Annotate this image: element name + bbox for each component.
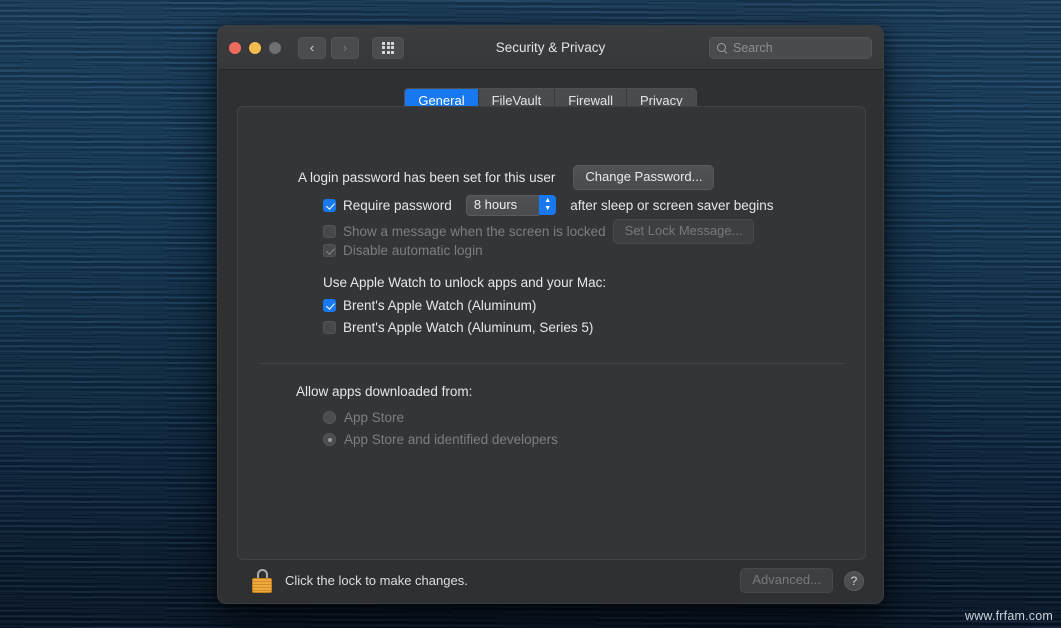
lock-body: [252, 577, 272, 593]
help-button[interactable]: ?: [844, 570, 864, 591]
app-store-radio: [323, 411, 336, 424]
lock-hint-text: Click the lock to make changes.: [285, 573, 468, 588]
chevron-up-icon: ▲: [544, 197, 552, 204]
require-password-row: Require password 8 hours ▲ ▼ after sleep…: [323, 194, 774, 216]
disable-automatic-login-label: Disable automatic login: [343, 243, 483, 258]
change-password-button[interactable]: Change Password...: [573, 165, 715, 190]
chevron-down-icon: ▼: [544, 205, 552, 212]
navigation-buttons: ‹ ›: [298, 36, 359, 59]
search-input[interactable]: [733, 41, 864, 55]
lock-closed-icon[interactable]: [252, 568, 272, 593]
forward-button: ›: [331, 36, 359, 59]
back-button[interactable]: ‹: [298, 36, 326, 59]
require-password-label: Require password: [343, 197, 452, 213]
window-footer: Click the lock to make changes. Advanced…: [218, 558, 883, 603]
apple-watch-item: Brent's Apple Watch (Aluminum, Series 5): [323, 320, 593, 335]
app-store-label: App Store: [344, 410, 405, 425]
apple-watch-item: Brent's Apple Watch (Aluminum): [323, 298, 536, 313]
search-icon: [717, 42, 728, 54]
section-divider: [260, 363, 845, 364]
allow-apps-option: App Store and identified developers: [323, 432, 558, 447]
window-titlebar: ‹ › Security & Privacy: [218, 26, 883, 70]
login-password-row: A login password has been set for this u…: [298, 165, 715, 190]
footer-actions: Advanced... ?: [740, 568, 864, 593]
general-settings-panel: A login password has been set for this u…: [237, 106, 866, 560]
traffic-light-group: [229, 41, 281, 54]
show-lock-message-checkbox: [323, 225, 336, 238]
watermark: www.frfam.com: [964, 609, 1053, 623]
apple-watch-label-1: Brent's Apple Watch (Aluminum): [343, 298, 537, 313]
stepper-arrows-icon[interactable]: ▲ ▼: [539, 195, 557, 215]
apple-watch-checkbox-2[interactable]: [323, 321, 336, 334]
apple-watch-checkbox-1[interactable]: [323, 299, 336, 312]
grid-icon: [382, 41, 394, 54]
require-password-checkbox[interactable]: [323, 198, 336, 212]
disable-automatic-login-checkbox: [323, 244, 336, 257]
search-field[interactable]: [709, 37, 872, 59]
show-lock-message-label: Show a message when the screen is locked: [343, 224, 606, 239]
apple-watch-label-2: Brent's Apple Watch (Aluminum, Series 5): [343, 320, 594, 335]
duration-value: 8 hours: [465, 194, 540, 216]
allow-apps-heading: Allow apps downloaded from:: [296, 384, 473, 399]
show-all-preferences-button[interactable]: [372, 36, 404, 59]
disable-automatic-login-row: Disable automatic login: [323, 243, 483, 258]
zoom-button-icon: [269, 41, 281, 54]
login-password-status: A login password has been set for this u…: [298, 170, 556, 185]
close-button-icon[interactable]: [229, 41, 241, 54]
security-privacy-window: ‹ › Security & Privacy General FileVault…: [217, 25, 884, 604]
app-store-identified-developers-label: App Store and identified developers: [344, 432, 558, 447]
allow-apps-option: App Store: [323, 410, 404, 425]
minimize-button-icon[interactable]: [249, 41, 261, 54]
advanced-button: Advanced...: [740, 568, 833, 593]
set-lock-message-button: Set Lock Message...: [612, 219, 755, 244]
apple-watch-heading: Use Apple Watch to unlock apps and your …: [323, 275, 607, 290]
require-password-suffix-label: after sleep or screen saver begins: [570, 197, 774, 213]
app-store-identified-developers-radio: [323, 433, 336, 446]
show-lock-message-row: Show a message when the screen is locked…: [323, 219, 755, 244]
require-password-duration-stepper[interactable]: 8 hours ▲ ▼: [465, 194, 557, 216]
